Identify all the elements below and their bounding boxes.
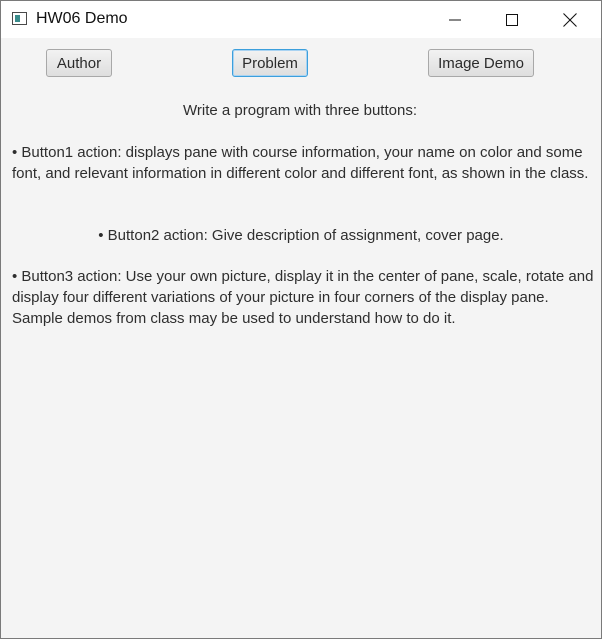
title-bar[interactable]: HW06 Demo <box>1 1 601 38</box>
close-icon <box>563 12 577 27</box>
problem-intro: Write a program with three buttons: <box>183 102 417 119</box>
author-button[interactable]: Author <box>46 49 112 77</box>
content-pane: Author Problem Image Demo Write a progra… <box>1 38 601 638</box>
minimize-icon <box>449 19 461 20</box>
close-button[interactable] <box>547 1 593 38</box>
button2-description: • Button2 action: Give description of as… <box>98 227 504 244</box>
window-title: HW06 Demo <box>36 10 128 27</box>
maximize-button[interactable] <box>489 1 535 38</box>
image-demo-button[interactable]: Image Demo <box>428 49 534 77</box>
button1-description: • Button1 action: displays pane with cou… <box>12 144 589 182</box>
minimize-button[interactable] <box>432 1 478 38</box>
app-icon <box>12 12 27 25</box>
maximize-icon <box>506 13 518 26</box>
problem-button[interactable]: Problem <box>232 49 308 77</box>
button3-description: • Button3 action: Use your own picture, … <box>12 268 594 327</box>
app-window: HW06 Demo Author Problem Image Demo Writ… <box>0 0 602 639</box>
